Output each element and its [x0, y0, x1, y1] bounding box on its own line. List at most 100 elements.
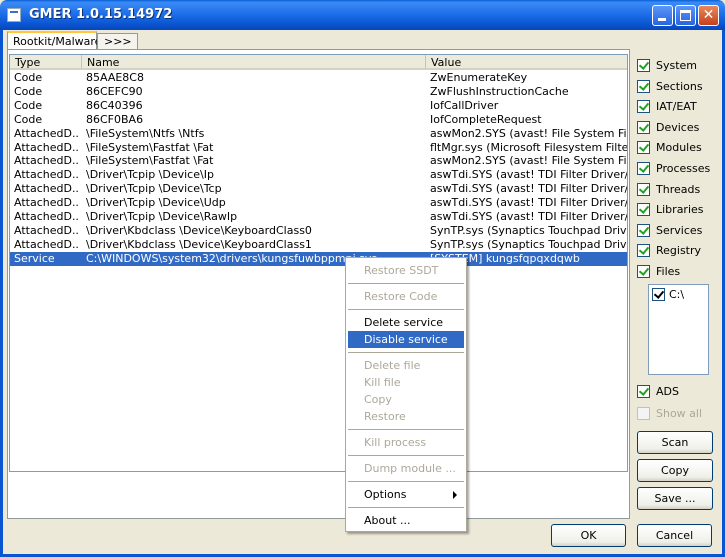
- option-libraries-checkbox[interactable]: Libraries: [637, 201, 722, 217]
- cell-type: Code: [14, 112, 43, 126]
- cell-type: AttachedD...: [14, 126, 78, 140]
- app-icon: [7, 8, 21, 22]
- scan-button[interactable]: Scan: [637, 431, 713, 454]
- option-services-checkbox[interactable]: Services: [637, 222, 722, 238]
- table-row[interactable]: Code 86CEFC90 ZwFlushInstructionCache: [10, 84, 627, 99]
- checkbox-label: Libraries: [656, 203, 704, 217]
- table-row[interactable]: AttachedD... \Driver\Tcpip \Device\Ip aswT…: [10, 168, 628, 182]
- checkbox-label: Services: [656, 223, 703, 237]
- table-row[interactable]: AttachedD... \FileSystem\Ntfs \Ntfs aswMon…: [10, 126, 627, 141]
- cell-name: \Driver\Kbdclass \Device\KeyboardClass0: [86, 223, 312, 237]
- option-modules-checkbox[interactable]: Modules: [637, 139, 722, 155]
- option-sections-checkbox[interactable]: Sections: [637, 78, 722, 94]
- table-row[interactable]: AttachedD... \Driver\Tcpip \Device\Udp asw…: [10, 196, 627, 210]
- checkbox-box[interactable]: [637, 203, 650, 217]
- option-system-checkbox[interactable]: System: [637, 57, 722, 73]
- menu-item-delete-service[interactable]: Delete service: [348, 314, 464, 331]
- minimize-button[interactable]: [652, 5, 673, 26]
- menu-item-restore-code: Restore Code: [348, 288, 464, 305]
- column-header-name[interactable]: Name: [82, 55, 426, 70]
- cell-name: 86C40396: [86, 98, 143, 112]
- menu-separator: [348, 309, 464, 310]
- cell-type: Code: [14, 84, 43, 98]
- ads-label: ADS: [656, 385, 679, 398]
- option-threads-checkbox[interactable]: Threads: [637, 181, 722, 197]
- drive-item-c[interactable]: C:\: [651, 287, 708, 302]
- checkbox-label: Devices: [656, 120, 700, 134]
- ok-button[interactable]: OK: [551, 524, 626, 547]
- cell-name: \Driver\Tcpip \Device\Ip: [86, 168, 214, 182]
- maximize-button[interactable]: [675, 5, 696, 26]
- checkbox-box[interactable]: [637, 120, 650, 134]
- menu-item-label: Restore Code: [364, 290, 438, 303]
- table-row[interactable]: AttachedD... \FileSystem\Fastfat \Fat aswM…: [10, 154, 627, 168]
- table-row[interactable]: AttachedD... \Driver\Tcpip \Device\Tcp asw…: [10, 182, 628, 196]
- checkbox-box[interactable]: [637, 141, 650, 155]
- checkbox-box[interactable]: [637, 265, 650, 278]
- save-button[interactable]: Save ...: [637, 487, 713, 510]
- table-row[interactable]: AttachedD... \Driver\Kbdclass \Device\Key…: [10, 223, 627, 238]
- tab-more[interactable]: >>>: [97, 33, 138, 49]
- menu-item-restore-ssdt: Restore SSDT: [348, 262, 464, 279]
- checkbox-box[interactable]: [637, 59, 650, 72]
- cell-name: \FileSystem\Fastfat \Fat: [86, 140, 214, 154]
- option-registry-checkbox[interactable]: Registry: [637, 242, 722, 258]
- close-button[interactable]: ✕: [698, 5, 719, 26]
- menu-item-options[interactable]: Options: [348, 486, 464, 503]
- drive-checkbox[interactable]: [652, 288, 665, 301]
- checkbox-label: Threads: [656, 182, 701, 196]
- table-row[interactable]: AttachedD... \Driver\Kbdclass \Device\Key…: [10, 237, 628, 252]
- ads-checkbox[interactable]: ADS: [637, 383, 722, 399]
- checkbox-label: IAT/EAT: [656, 100, 697, 114]
- minimize-icon: [658, 18, 666, 21]
- cell-type: AttachedD...: [14, 223, 78, 237]
- cell-type: Code: [14, 71, 43, 84]
- cell-type: AttachedD...: [14, 168, 78, 182]
- cell-type: AttachedD...: [14, 210, 78, 223]
- show-all-label: Show all: [656, 407, 703, 420]
- menu-item-label: Options: [364, 488, 407, 501]
- cell-value: SynTP.sys (Synaptics Touchpad Drive...: [430, 237, 628, 251]
- cell-value: aswTdi.SYS (avast! TDI Filter Driver/A..…: [430, 182, 628, 196]
- ads-check-box[interactable]: [637, 385, 650, 398]
- checkbox-box[interactable]: [637, 244, 650, 258]
- table-row[interactable]: Code 86C40396 IofCallDriver: [10, 98, 627, 113]
- cell-type: AttachedD...: [14, 237, 78, 251]
- cell-value: aswTdi.SYS (avast! TDI Filter Driver/A..…: [430, 168, 628, 182]
- checkbox-box[interactable]: [637, 79, 650, 93]
- checkbox-box[interactable]: [637, 100, 650, 114]
- copy-button[interactable]: Copy: [637, 459, 713, 482]
- status-area: [9, 472, 628, 516]
- checkbox-box[interactable]: [637, 223, 650, 237]
- menu-separator: [348, 455, 464, 456]
- title-bar[interactable]: GMER 1.0.15.14972 ✕: [0, 0, 725, 30]
- option-files-checkbox[interactable]: Files: [637, 263, 722, 279]
- table-row[interactable]: AttachedD... \Driver\Tcpip \Device\RawIp a…: [10, 210, 627, 224]
- cancel-button[interactable]: Cancel: [637, 524, 712, 547]
- cell-value: IofCompleteRequest: [430, 112, 542, 126]
- menu-item-kill-file: Kill file: [348, 374, 464, 391]
- table-row[interactable]: Code 85AAE8C8 ZwEnumerateKey: [10, 71, 627, 85]
- menu-item-label: Disable service: [364, 333, 448, 346]
- show-all-check-box: [637, 407, 650, 420]
- show-all-checkbox: Show all: [637, 405, 722, 421]
- option-processes-checkbox[interactable]: Processes: [637, 160, 722, 176]
- column-header-value[interactable]: Value: [426, 55, 627, 70]
- close-icon: ✕: [702, 7, 715, 23]
- table-row[interactable]: Service C:\WINDOWS\system32\drivers\kungs…: [10, 251, 627, 266]
- column-header-type[interactable]: Type: [10, 55, 82, 70]
- checkbox-label: Files: [656, 265, 681, 278]
- menu-item-about[interactable]: About ...: [348, 512, 464, 529]
- results-list[interactable]: Type Name Value Code 85AAE8C8 ZwEnumerateK…: [9, 54, 628, 472]
- option-devices-checkbox[interactable]: Devices: [637, 119, 722, 135]
- checkbox-box[interactable]: [637, 182, 650, 196]
- cell-name: \FileSystem\Ntfs \Ntfs: [86, 126, 205, 140]
- checkbox-box[interactable]: [637, 162, 650, 175]
- option-iat-eat-checkbox[interactable]: IAT/EAT: [637, 98, 722, 114]
- menu-item-disable-service[interactable]: Disable service: [348, 331, 464, 348]
- table-row[interactable]: AttachedD... \FileSystem\Fastfat \Fat fltM…: [10, 140, 627, 155]
- drive-list[interactable]: C:\: [648, 284, 709, 375]
- tab-rootkit-malware[interactable]: Rootkit/Malware: [7, 31, 101, 49]
- cell-name: 86CEFC90: [86, 84, 143, 98]
- table-row[interactable]: Code 86CF0BA6 IofCompleteRequest: [10, 112, 627, 127]
